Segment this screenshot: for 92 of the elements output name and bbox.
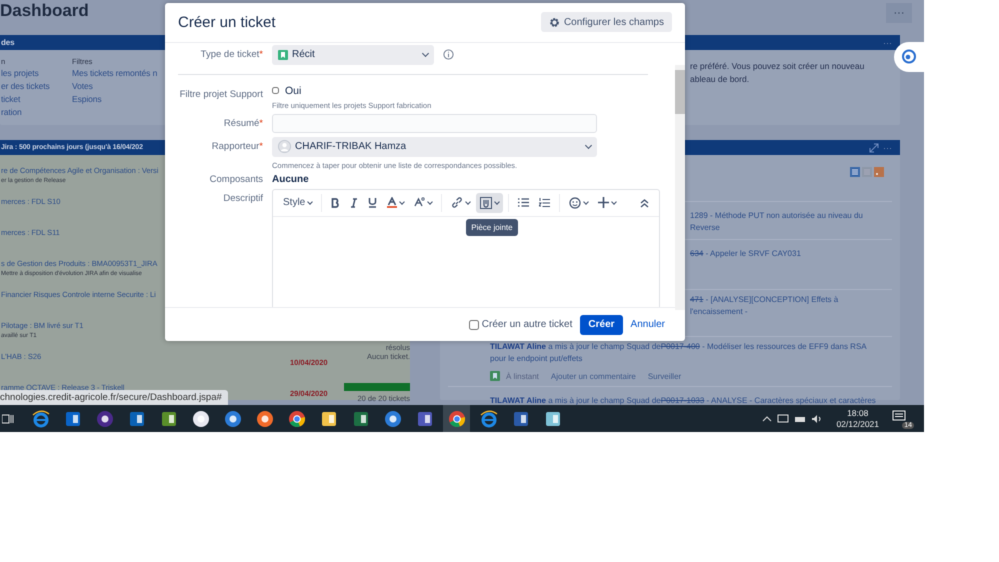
dialog-title: Créer un ticket [178, 14, 276, 31]
text-color-icon [387, 197, 398, 208]
paperclip-icon [480, 196, 492, 209]
shortcut-link[interactable]: Mes tickets remontés n [72, 67, 158, 80]
square-app-icon [512, 410, 530, 428]
link-icon [451, 197, 464, 208]
chat-icon [901, 49, 917, 65]
field-label: Descriptif [222, 192, 263, 204]
clock[interactable]: 18:08 02/12/2021 [836, 408, 879, 430]
activity-text: 471 - [ANALYSE][CONCEPTION] Effets à l'encaissement - [690, 294, 840, 318]
activity-text: 1289 - Méthode PUT non autorisée au niveau du Reverse [690, 210, 864, 234]
italic-icon [350, 198, 358, 208]
style-tool-button[interactable]: Style [279, 192, 316, 213]
activity-time: À linstant [506, 372, 539, 380]
gear-icon [548, 16, 560, 28]
checkbox-label: Créer un autre ticket [482, 319, 572, 330]
create-button[interactable]: Créer [580, 314, 623, 335]
collapse-icon [640, 198, 649, 208]
square-app-icon [320, 410, 338, 428]
square-app-icon [160, 410, 178, 428]
activity-action[interactable]: Surveiller [648, 372, 682, 380]
activity-text: TILAWAT Aline a mis à jour le champ Squad deP0017-1033 - ANALYSE - Caractères spéciaux et caractères [490, 395, 877, 405]
checkbox[interactable] [272, 87, 279, 94]
activity-text: 634 - Appeler le SRVF CAY031 [690, 248, 802, 260]
caret-up-icon[interactable] [762, 414, 772, 424]
square-app-icon [352, 410, 370, 428]
shortcut-link[interactable]: les projets [1, 67, 39, 80]
round-app-icon [224, 410, 242, 428]
scrollbar[interactable] [675, 65, 685, 310]
shortcut-link[interactable]: ticket [1, 93, 20, 106]
text-format-icon [414, 197, 426, 208]
progress-bar [344, 383, 410, 391]
round-app-icon [96, 410, 114, 428]
task-view-icon[interactable] [2, 412, 14, 424]
bullet-list-icon [518, 198, 530, 208]
taskbar-app-button[interactable] [443, 405, 470, 432]
checkbox[interactable] [468, 320, 479, 330]
avatar-icon [278, 140, 291, 154]
activity-text: TILAWAT Aline a mis à jour le champ Squad deP0017-400 - Modéliser les ressources de EFF9 dans RSA pour le endpoint put/effets [490, 341, 868, 365]
round-app-icon [384, 410, 402, 428]
summary-input[interactable] [272, 114, 597, 133]
square-app-icon [64, 410, 82, 428]
field-label: Composants [208, 174, 263, 185]
shortcut-link[interactable]: Votes [72, 80, 93, 93]
page-title: Dashboard [0, 1, 89, 21]
shortcut-link[interactable]: ration [1, 106, 22, 119]
chat-button[interactable] [894, 42, 924, 72]
gadget-title: des [1, 38, 14, 47]
square-app-icon [544, 410, 562, 428]
ring-app-icon [32, 410, 50, 428]
more-menu[interactable]: ··· [883, 38, 892, 48]
intro-text: re préféré. Vous pouvez soit créer un nouveau [690, 60, 866, 73]
round-app-icon [288, 410, 306, 428]
bold-icon [331, 198, 340, 208]
square-app-icon [416, 410, 434, 428]
speaker-icon[interactable] [811, 414, 824, 424]
square-app-icon [128, 410, 146, 428]
checkbox-label: Oui [285, 84, 302, 97]
numbered-list-icon [539, 198, 550, 208]
story-icon [278, 50, 288, 60]
expand-icon[interactable] [869, 142, 879, 152]
field-label: Résumé* [222, 118, 263, 129]
components-value: Aucune [272, 174, 309, 185]
activity-action[interactable]: Ajouter un commentaire [550, 372, 636, 380]
list-view-icon[interactable] [850, 167, 860, 177]
field-label: Filtre projet Support [178, 88, 263, 100]
cancel-link[interactable]: Annuler [630, 319, 665, 330]
field-label: Rapporteur* [210, 140, 263, 152]
rss-icon[interactable] [874, 167, 884, 177]
issue-type-select[interactable]: Récit [272, 44, 434, 65]
description-editor[interactable]: Style Pièce jointe [272, 188, 660, 308]
reporter-select[interactable]: CHARIF-TRIBAK Hamza [272, 136, 597, 157]
field-label: Type de ticket* [200, 49, 263, 60]
underline-icon [368, 197, 378, 208]
monitor-icon[interactable] [777, 414, 790, 424]
plus-icon [598, 197, 610, 208]
round-app-icon [192, 410, 210, 428]
more-menu[interactable]: ··· [883, 142, 892, 152]
configure-fields-button[interactable]: Configurer les champs [540, 12, 672, 32]
info-icon[interactable] [443, 49, 454, 60]
status-url: chnologies.credit-agricole.fr/secure/Dashboard.jspa# [0, 390, 228, 405]
round-app-icon [256, 410, 274, 428]
message-icon [892, 410, 906, 422]
tooltip: Pièce jointe [466, 218, 518, 236]
story-icon [490, 371, 500, 381]
more-button[interactable]: ··· [886, 3, 912, 23]
shortcut-link[interactable]: Espions [72, 93, 102, 106]
smiley-icon [569, 196, 582, 209]
round-app-icon [448, 410, 466, 428]
intro-text: ableau de bord. [690, 73, 750, 86]
ring-app-icon [480, 410, 498, 428]
shortcut-link[interactable]: er des tickets [1, 80, 50, 93]
